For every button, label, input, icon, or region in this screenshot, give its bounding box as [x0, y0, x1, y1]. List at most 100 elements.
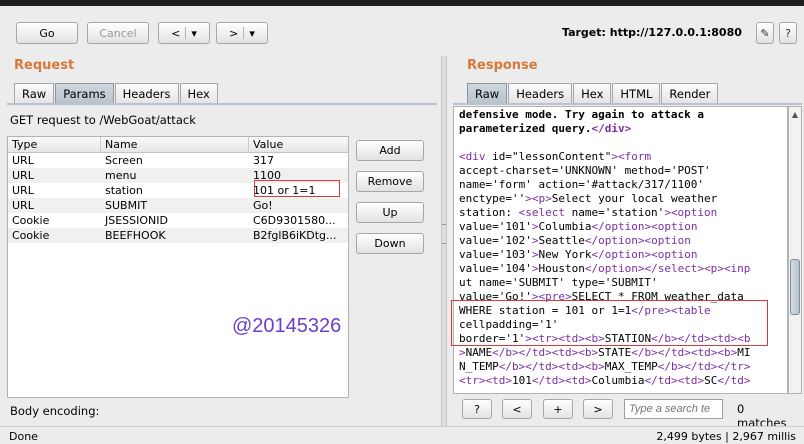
table-row[interactable]: URL Screen 317 — [8, 153, 348, 168]
remove-button[interactable]: Remove — [356, 171, 424, 192]
go-label: Go — [39, 26, 55, 40]
down-label: Down — [374, 237, 406, 250]
target-label: Target: http://127.0.0.1:8080 — [562, 26, 742, 39]
response-title: Response — [467, 58, 538, 73]
highlight-annotation-box — [254, 180, 340, 197]
highlight-annotation-box — [451, 300, 768, 346]
response-tab-html[interactable]: HTML — [612, 83, 661, 103]
response-tab-headers[interactable]: Headers — [508, 83, 573, 103]
back-menu-icon: ▾ — [191, 26, 197, 40]
status-text: Done — [9, 430, 38, 443]
response-line: parameterized query.</div> — [459, 122, 632, 135]
response-scrollbar[interactable]: ▲ — [788, 106, 802, 394]
response-line — [459, 136, 751, 150]
param-value: B2fglB6iKDtg... — [253, 229, 337, 242]
up-label: Up — [382, 206, 398, 219]
params-table: Type Name Value URL Screen 317 URL menu … — [7, 136, 349, 398]
response-tab-raw[interactable]: Raw — [467, 83, 508, 103]
response-line: <div id="lessonContent"><form — [459, 150, 652, 163]
param-name: BEEFHOOK — [105, 229, 166, 242]
splitter-grip-icon — [442, 224, 446, 244]
up-button[interactable]: Up — [356, 202, 424, 223]
request-tabs: Raw Params Headers Hex — [14, 83, 218, 103]
search-help-button[interactable]: ? — [462, 399, 492, 419]
response-line: value='102'>Seattle</option><option — [459, 234, 691, 247]
response-tab-hex[interactable]: Hex — [573, 83, 612, 103]
pencil-icon: ✎ — [760, 26, 770, 40]
response-line: N_TEMP</b></td><td><b>MAX_TEMP</b></td><… — [459, 360, 751, 373]
window-top-edge — [0, 0, 804, 6]
request-tab-underline — [7, 103, 437, 105]
response-line: value='104'>Houston</option></select><p>… — [459, 262, 751, 275]
response-line: accept-charset='UNKNOWN' method='POST' — [459, 164, 711, 177]
param-type: URL — [12, 199, 34, 212]
go-button[interactable]: Go — [16, 22, 78, 44]
scroll-up-icon[interactable]: ▲ — [789, 107, 801, 121]
table-row[interactable]: URL SUBMIT Go! — [8, 198, 348, 213]
table-row[interactable]: Cookie BEEFHOOK B2fglB6iKDtg... — [8, 228, 348, 243]
response-line: value='103'>New York</option><option — [459, 248, 698, 261]
cancel-label: Cancel — [99, 26, 137, 40]
param-type: Cookie — [12, 229, 50, 242]
request-summary: GET request to /WebGoat/attack — [10, 113, 196, 127]
toolbar: Go Cancel < ▾ > ▾ Target: http://127.0.0.1… — [0, 0, 804, 56]
request-title: Request — [14, 58, 75, 73]
response-size-timing: 2,499 bytes | 2,967 millis — [656, 430, 796, 443]
watermark-text: @20145326 — [232, 315, 342, 337]
response-line: >NAME</b></td><td><b>STATE</b></td><td><… — [459, 346, 751, 359]
response-line: name='form' action='#attack/317/1100' — [459, 178, 705, 191]
panel-splitter[interactable] — [441, 56, 447, 426]
search-plus-button[interactable]: + — [543, 399, 573, 419]
param-name: JSESSIONID — [105, 214, 168, 227]
help-button[interactable]: ? — [779, 22, 797, 44]
column-header-value[interactable]: Value — [249, 137, 348, 152]
param-value: C6D9301580... — [253, 214, 336, 227]
response-line: defensive mode. Try again to attack a — [459, 108, 705, 121]
next-icon: > — [593, 402, 603, 416]
forward-arrow-icon: > — [229, 26, 239, 40]
response-tabs: Raw Headers Hex HTML Render — [467, 83, 719, 103]
add-label: Add — [379, 144, 401, 157]
response-text-area[interactable]: defensive mode. Try again to attack a par… — [453, 106, 788, 394]
down-button[interactable]: Down — [356, 233, 424, 254]
params-table-header: Type Name Value — [8, 137, 348, 153]
request-tab-params[interactable]: Params — [55, 83, 114, 103]
response-tab-underline — [453, 103, 802, 105]
table-row[interactable]: Cookie JSESSIONID C6D9301580... — [8, 213, 348, 228]
edit-target-button[interactable]: ✎ — [756, 22, 774, 44]
param-name: Screen — [105, 154, 143, 167]
cancel-button[interactable]: Cancel — [87, 22, 149, 44]
search-prev-button[interactable]: < — [502, 399, 532, 419]
param-name: station — [105, 184, 143, 197]
search-next-button[interactable]: > — [583, 399, 613, 419]
help-icon: ? — [785, 26, 791, 40]
remove-label: Remove — [367, 175, 413, 188]
response-code: defensive mode. Try again to attack a par… — [459, 108, 751, 388]
response-line: ut name='SUBMIT' type='SUBMIT' — [459, 276, 658, 289]
param-name: SUBMIT — [105, 199, 148, 212]
param-value: 317 — [253, 154, 274, 167]
forward-button[interactable]: > ▾ — [216, 22, 268, 44]
response-tab-render[interactable]: Render — [661, 83, 719, 103]
param-type: URL — [12, 169, 34, 182]
response-line: value='101'>Columbia</option><option — [459, 220, 698, 233]
back-arrow-icon: < — [171, 26, 181, 40]
back-button[interactable]: < ▾ — [158, 22, 210, 44]
request-tab-hex[interactable]: Hex — [179, 83, 218, 103]
plus-icon: + — [553, 402, 563, 416]
scroll-thumb[interactable] — [790, 259, 800, 315]
param-value: Go! — [253, 199, 273, 212]
search-input[interactable] — [624, 399, 723, 419]
prev-icon: < — [512, 402, 522, 416]
help-icon: ? — [474, 402, 480, 416]
column-header-type[interactable]: Type — [8, 137, 101, 152]
forward-menu-icon: ▾ — [249, 26, 255, 40]
request-tab-headers[interactable]: Headers — [114, 83, 179, 103]
param-name: menu — [105, 169, 137, 182]
request-tab-raw[interactable]: Raw — [14, 83, 55, 103]
column-header-name[interactable]: Name — [101, 137, 249, 152]
param-type: URL — [12, 154, 34, 167]
param-type: Cookie — [12, 214, 50, 227]
status-bar: Done 2,499 bytes | 2,967 millis — [0, 426, 804, 444]
add-button[interactable]: Add — [356, 140, 424, 161]
